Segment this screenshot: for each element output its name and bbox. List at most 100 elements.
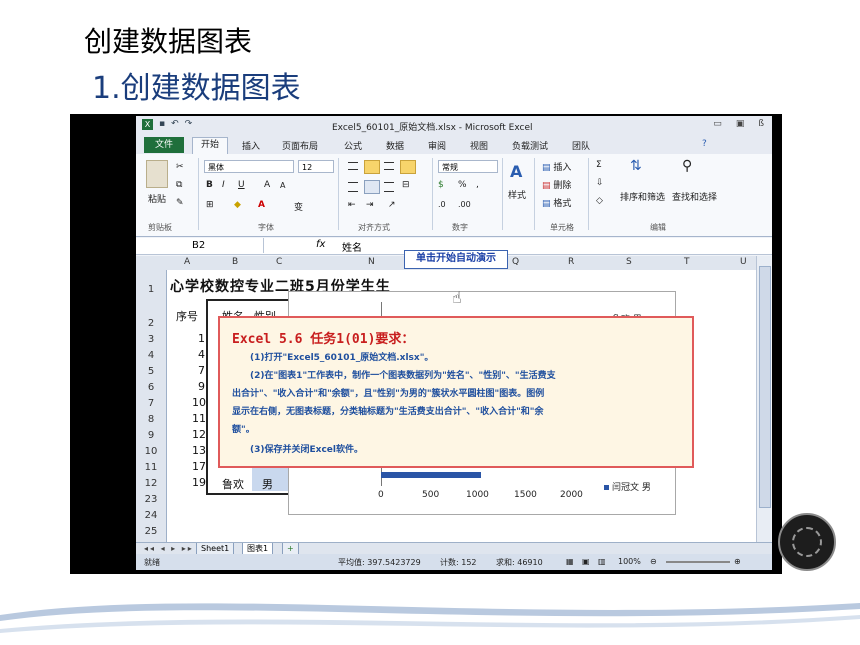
header-seq-cell[interactable]: 序号 bbox=[176, 308, 198, 324]
row-header[interactable]: 4 bbox=[136, 350, 166, 361]
column-header[interactable]: S bbox=[626, 257, 632, 267]
auto-demo-button[interactable]: 单击开始自动演示 bbox=[404, 250, 508, 269]
align-middle-icon[interactable] bbox=[364, 160, 380, 174]
tab-view[interactable]: 视图 bbox=[470, 139, 488, 152]
grow-font-icon[interactable]: A bbox=[264, 180, 270, 190]
cut-icon[interactable]: ✂ bbox=[176, 162, 184, 172]
zoom-slider[interactable] bbox=[666, 561, 730, 563]
font-size-select[interactable]: 12 bbox=[298, 160, 334, 173]
underline-icon[interactable]: U bbox=[238, 180, 245, 190]
row-header[interactable]: 23 bbox=[136, 494, 166, 505]
styles-icon[interactable]: A bbox=[510, 162, 522, 181]
percent-icon[interactable]: % bbox=[458, 180, 467, 190]
format-cells-button[interactable]: ▤ 格式 bbox=[542, 196, 571, 209]
zoom-out-icon[interactable]: ⊖ bbox=[650, 557, 657, 566]
sort-filter-label[interactable]: 排序和筛选 bbox=[620, 190, 665, 203]
copy-icon[interactable]: ⧉ bbox=[176, 180, 182, 190]
seq-cell[interactable]: 1 bbox=[198, 332, 205, 345]
column-header[interactable]: B bbox=[232, 257, 238, 267]
font-name-select[interactable]: 黑体 bbox=[204, 160, 294, 173]
delete-cells-button[interactable]: ▤ 删除 bbox=[542, 178, 571, 191]
seq-cell[interactable]: 12 bbox=[192, 428, 206, 441]
format-painter-icon[interactable]: ✎ bbox=[176, 198, 184, 208]
fx-icon[interactable]: fx bbox=[316, 239, 325, 250]
column-header[interactable]: N bbox=[368, 257, 375, 267]
align-left-icon[interactable] bbox=[348, 182, 358, 192]
save-icon[interactable]: ▪ bbox=[159, 119, 165, 130]
name-box[interactable]: B2 bbox=[144, 238, 264, 253]
accounting-icon[interactable]: $ bbox=[438, 180, 444, 190]
phonetic-icon[interactable]: 变 bbox=[294, 200, 303, 213]
insert-cells-button[interactable]: ▤ 插入 bbox=[542, 160, 571, 173]
seq-cell[interactable]: 10 bbox=[192, 396, 206, 409]
tab-review[interactable]: 审阅 bbox=[428, 139, 446, 152]
align-right-icon[interactable] bbox=[384, 182, 394, 192]
row-header[interactable]: 24 bbox=[136, 510, 166, 521]
row-header[interactable]: 12 bbox=[136, 478, 166, 489]
italic-icon[interactable]: I bbox=[222, 180, 225, 190]
clear-icon[interactable]: ◇ bbox=[596, 196, 603, 206]
column-header[interactable]: U bbox=[740, 257, 747, 267]
row-header[interactable]: 5 bbox=[136, 366, 166, 377]
sort-filter-icon[interactable]: ⇅ bbox=[630, 158, 642, 174]
seq-cell[interactable]: 9 bbox=[198, 380, 205, 393]
column-header[interactable]: Q bbox=[512, 257, 519, 267]
align-bottom-icon[interactable] bbox=[384, 162, 394, 170]
decrease-decimal-icon[interactable]: .00 bbox=[458, 200, 471, 209]
border-icon[interactable]: ⊞ bbox=[206, 200, 214, 210]
row-header[interactable]: 9 bbox=[136, 430, 166, 441]
seq-cell[interactable]: 4 bbox=[198, 348, 205, 361]
vertical-scrollbar[interactable] bbox=[756, 256, 771, 542]
tab-home[interactable]: 开始 bbox=[192, 137, 228, 155]
tab-team[interactable]: 团队 bbox=[572, 139, 590, 152]
column-header[interactable]: A bbox=[184, 257, 190, 267]
align-top-icon[interactable] bbox=[348, 162, 358, 170]
row-header[interactable]: 2 bbox=[136, 318, 166, 329]
zoom-in-icon[interactable]: ⊕ bbox=[734, 557, 741, 566]
normal-view-icon[interactable]: ▦ bbox=[566, 557, 574, 566]
seq-cell[interactable]: 13 bbox=[192, 444, 206, 457]
page-break-view-icon[interactable]: ▥ bbox=[598, 557, 606, 566]
seq-cell[interactable]: 19 bbox=[192, 476, 206, 489]
row-header[interactable]: 11 bbox=[136, 462, 166, 473]
tab-data[interactable]: 数据 bbox=[386, 139, 404, 152]
redo-icon[interactable]: ↷ bbox=[185, 119, 193, 130]
row-header[interactable]: 7 bbox=[136, 398, 166, 409]
close-icon[interactable]: ß bbox=[758, 119, 764, 129]
paste-icon[interactable] bbox=[146, 160, 168, 188]
row-header[interactable]: 6 bbox=[136, 382, 166, 393]
sheet-nav-icon[interactable]: ◂◂ ◂ ▸ ▸▸ bbox=[144, 544, 194, 553]
shrink-font-icon[interactable]: A bbox=[280, 181, 285, 190]
row-header[interactable]: 1 bbox=[136, 284, 166, 295]
fill-icon[interactable]: ⇩ bbox=[596, 178, 604, 188]
font-color-icon[interactable]: A bbox=[258, 200, 265, 210]
help-icon[interactable]: ? bbox=[702, 139, 707, 149]
tab-formulas[interactable]: 公式 bbox=[344, 139, 362, 152]
number-format-select[interactable]: 常规 bbox=[438, 160, 498, 173]
increase-indent-icon[interactable]: ⇥ bbox=[366, 200, 374, 210]
gender-cell[interactable]: 男 bbox=[262, 476, 273, 492]
column-header[interactable]: C bbox=[276, 257, 282, 267]
align-center-icon[interactable] bbox=[364, 180, 380, 194]
page-layout-view-icon[interactable]: ▣ bbox=[582, 557, 590, 566]
find-select-icon[interactable]: ⚲ bbox=[682, 158, 692, 174]
autosum-icon[interactable]: Σ bbox=[596, 160, 602, 170]
name-cell[interactable]: 鲁欢 bbox=[222, 476, 244, 492]
maximize-icon[interactable]: ▣ bbox=[736, 119, 745, 129]
column-header[interactable]: R bbox=[568, 257, 574, 267]
find-select-label[interactable]: 查找和选择 bbox=[672, 190, 717, 203]
seq-cell[interactable]: 11 bbox=[192, 412, 206, 425]
row-header[interactable]: 25 bbox=[136, 526, 166, 537]
undo-icon[interactable]: ↶ bbox=[171, 119, 179, 130]
bold-icon[interactable]: B bbox=[206, 180, 213, 190]
row-header[interactable]: 3 bbox=[136, 334, 166, 345]
increase-decimal-icon[interactable]: .0 bbox=[438, 200, 446, 209]
merge-icon[interactable]: ⊟ bbox=[402, 180, 410, 190]
minimize-icon[interactable]: ▭ bbox=[713, 119, 722, 129]
scrollbar-thumb[interactable] bbox=[759, 266, 771, 508]
comma-icon[interactable]: , bbox=[476, 180, 479, 190]
styles-label[interactable]: 样式 bbox=[508, 188, 526, 201]
fill-color-icon[interactable]: ◆ bbox=[234, 200, 241, 210]
row-header[interactable]: 10 bbox=[136, 446, 166, 457]
tab-file[interactable]: 文件 bbox=[144, 137, 184, 153]
